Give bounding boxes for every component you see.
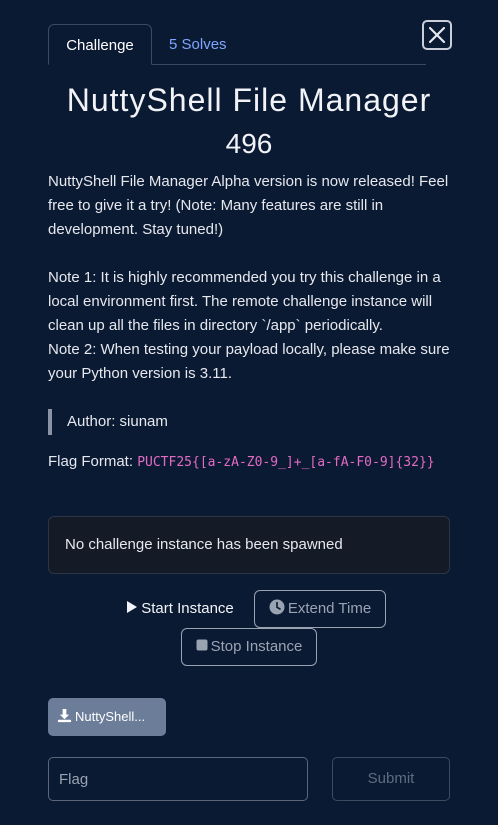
download-file-button[interactable]: NuttyShell... bbox=[48, 698, 166, 736]
note-2: Note 2: When testing your payload locall… bbox=[48, 341, 450, 382]
play-icon bbox=[127, 601, 138, 614]
submit-button[interactable]: Submit bbox=[332, 757, 450, 801]
tab-challenge[interactable]: Challenge bbox=[48, 24, 152, 65]
flag-input[interactable] bbox=[48, 757, 308, 801]
challenge-tabs: Challenge 5 Solves bbox=[48, 24, 426, 65]
note-1: Note 1: It is highly recommended you try… bbox=[48, 269, 441, 334]
extend-time-label: Extend Time bbox=[287, 600, 372, 617]
close-button[interactable] bbox=[422, 20, 452, 50]
start-instance-label: Start Instance bbox=[141, 600, 234, 617]
stop-instance-label: Stop Instance bbox=[210, 638, 303, 655]
challenge-points: 496 bbox=[225, 128, 273, 159]
instance-status-box: No challenge instance has been spawned bbox=[48, 516, 450, 574]
download-file-label: NuttyShell... bbox=[75, 709, 146, 724]
download-icon bbox=[57, 709, 72, 723]
clock-icon bbox=[269, 599, 285, 615]
challenge-title: NuttyShell File Manager bbox=[66, 82, 432, 118]
close-icon bbox=[428, 26, 446, 44]
stop-icon bbox=[196, 639, 208, 651]
challenge-description-intro: NuttyShell File Manager Alpha version is… bbox=[48, 173, 449, 238]
author-quote: Author: siunam bbox=[48, 409, 168, 435]
flag-format-label: Flag Format: bbox=[48, 453, 134, 470]
start-instance-button[interactable]: Start Instance bbox=[112, 590, 248, 628]
flag-format-value: PUCTF25{[a-zA-Z0-9_]+_[a-fA-F0-9]{32}} bbox=[137, 455, 435, 470]
stop-instance-button[interactable]: Stop Instance bbox=[181, 628, 317, 666]
flag-format: Flag Format: PUCTF25{[a-zA-Z0-9_]+_[a-fA… bbox=[48, 450, 448, 475]
extend-time-button[interactable]: Extend Time bbox=[254, 590, 386, 628]
tab-solves[interactable]: 5 Solves bbox=[153, 24, 243, 65]
challenge-description-notes: Note 1: It is highly recommended you try… bbox=[48, 266, 456, 386]
